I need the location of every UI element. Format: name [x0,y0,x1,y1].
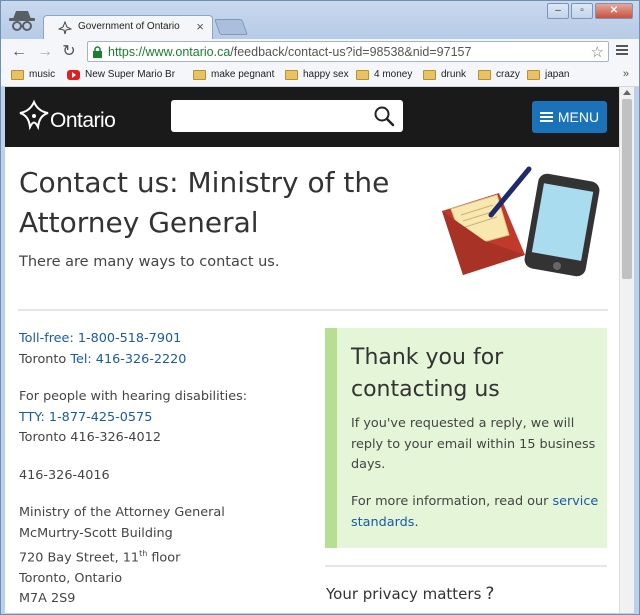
folder-icon [478,69,491,80]
envelope-phone-illustration [442,166,600,277]
bookmark-label: crazy [496,69,520,80]
reload-icon[interactable]: ↻ [59,42,79,62]
privacy-heading[interactable]: Your privacy matters? [326,584,494,604]
back-arrow-icon[interactable]: ← [9,42,29,62]
hamburger-icon [539,112,553,122]
title-bar: Government of Ontario × – ▫ ✕ [1,1,639,39]
more-info-suffix: . [414,514,419,530]
thank-you-body: If you've requested a reply, we will rep… [351,416,596,472]
tel-number: 416-326-2220 [95,351,187,367]
tab-close-icon[interactable]: × [196,19,204,34]
divider [18,309,608,311]
maximize-button[interactable]: ▫ [571,3,593,19]
tollfree-line: Toll-free: 1-800-518-7901 [19,329,309,350]
url-path-part: /feedback/contact-us?id=98538&nid=97157 [230,45,472,59]
menu-label: MENU [557,109,600,125]
bookmark-happy-sex[interactable]: happy sex [285,69,349,80]
tollfree-number-link[interactable]: : 1-800-518-7901 [69,331,181,346]
bookmark-4-money[interactable]: 4 money [356,69,412,80]
tty-label: TTY [19,409,41,425]
bookmark-label: happy sex [303,69,349,80]
folder-icon [285,69,298,80]
bookmark-label: New Super Mario Bros [85,69,175,80]
bookmarks-bar: music New Super Mario Bros make pegnant … [1,65,639,87]
tel-number-link[interactable]: : 416-326-2220 [87,352,186,367]
tollfree-link[interactable]: Toll-free [19,331,69,346]
forward-arrow-icon[interactable]: → [35,42,55,62]
bookmark-label: japan [545,69,570,80]
folder-icon [11,69,24,80]
thank-you-callout: Thank you for contacting us If you've re… [325,328,607,548]
scroll-up-arrow-icon[interactable] [623,90,631,95]
tty-line: TTY: 1-877-425-0575 [19,408,309,429]
page-title: Contact us: Ministry of the Attorney Gen… [19,166,390,239]
address-bar[interactable]: https://www.ontario.ca/feedback/contact-… [87,41,609,62]
thank-you-title: Thank you for contacting us [351,345,504,402]
question-mark-icon: ? [485,584,495,604]
bookmark-star-icon[interactable]: ☆ [591,43,604,61]
divider [325,565,607,567]
scrollbar-thumb[interactable] [622,99,632,279]
ontario-logo[interactable]: Ontario [17,97,127,137]
site-header: Ontario MENU [5,87,619,147]
ontario-trillium-favicon-icon [58,21,72,35]
address-city: Toronto, Ontario [19,570,123,586]
url-text: https://www.ontario.ca/feedback/contact-… [108,45,471,59]
thank-you-more-info: For more information, read our service s… [351,492,601,533]
lock-icon [93,46,102,58]
menu-button[interactable]: MENU [532,101,607,133]
tty-link[interactable]: TTY: 1-877-425-0575 [19,410,152,425]
tel-link[interactable]: Tel [70,352,87,367]
bookmark-drunk[interactable]: drunk [423,69,466,80]
hearing-label: For people with hearing disabilities: [19,389,248,404]
new-tab-button[interactable] [214,19,248,35]
tollfree-number: 1-800-518-7901 [77,331,182,346]
toronto-tel-line: Toronto Tel: 416-326-2220 [19,350,309,371]
tab-title: Government of Ontario [78,21,180,32]
browser-toolbar: ← → ↻ https://www.ontario.ca/feedback/co… [1,39,639,65]
bookmark-label: drunk [441,69,467,80]
close-window-button[interactable]: ✕ [595,3,633,19]
address-postal: M7A 2S9 [19,591,76,607]
address-street-text: 720 Bay Street, 11 [19,550,140,566]
address-street: 720 Bay Street, 11th floor [19,544,309,569]
vertical-scrollbar[interactable] [619,87,634,613]
bookmark-label: make pegnant [211,69,275,80]
bookmark-crazy[interactable]: crazy [478,69,520,80]
url-secure-part: https://www.ontario.ca [108,45,231,59]
folder-icon [356,69,369,80]
address-line-2: McMurtry-Scott Building [19,525,173,541]
bookmark-label: music [29,69,56,80]
address-line-1: Ministry of the Attorney General [19,505,225,520]
site-search-input[interactable] [171,100,403,132]
toronto-tty-line: Toronto 416-326-4012 [19,430,161,445]
chrome-menu-icon[interactable] [615,43,629,57]
more-info-prefix: For more information, read our [351,494,553,509]
folder-icon [423,69,436,80]
logo-text: Ontario [50,109,116,132]
folder-icon [193,69,206,80]
privacy-heading-text: Your privacy matters [326,585,482,603]
bookmark-label: 4 money [374,69,413,80]
search-icon[interactable] [373,105,395,127]
youtube-icon [67,69,80,80]
address-floor: floor [147,550,181,566]
tab-active[interactable]: Government of Ontario × [43,15,213,39]
tty-number: 1-877-425-0575 [48,409,153,425]
incognito-icon [9,11,35,31]
contact-details: Toll-free: 1-800-518-7901 Toronto Tel: 4… [19,329,309,610]
toronto-prefix: Toronto [19,351,67,367]
bookmark-music[interactable]: music [11,69,55,80]
bookmark-make-pegnant[interactable]: make pegnant [193,69,274,80]
ontario-trillium-icon [19,99,49,131]
minimize-button[interactable]: – [547,3,569,19]
bookmarks-overflow-button[interactable]: » [623,68,629,80]
folder-icon [527,69,540,80]
window-controls: – ▫ ✕ [545,3,633,19]
bookmark-new-super-mario-bros[interactable]: New Super Mario Bros [67,69,175,80]
bookmark-japan[interactable]: japan [527,69,569,80]
page-lede: There are many ways to contact us. [19,254,280,270]
page-viewport: Ontario MENU Contact us: Ministry of the… [5,87,619,613]
fax-line: 416-326-4016 [19,467,110,483]
